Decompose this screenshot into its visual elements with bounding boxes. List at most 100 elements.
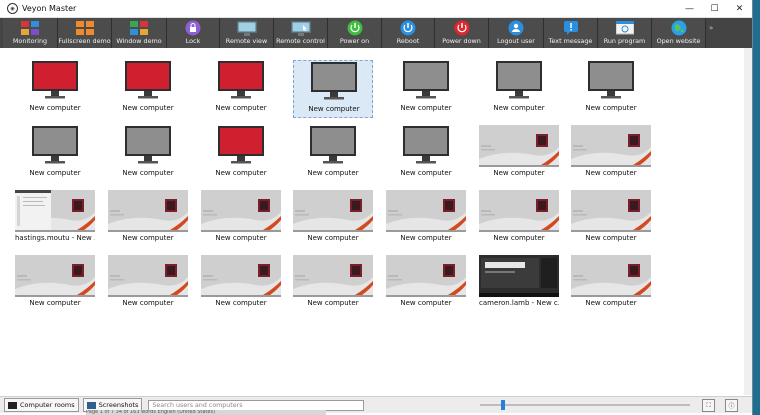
toolbar-button-label: Power on xyxy=(339,37,370,45)
computer-name: New computer xyxy=(215,234,267,242)
vertical-scrollbar[interactable] xyxy=(744,48,752,395)
computer-tile[interactable]: hastings.moutu - New ... xyxy=(15,190,95,248)
computer-rooms-label: Computer rooms xyxy=(20,401,75,409)
computer-tile[interactable]: New computer xyxy=(571,60,651,118)
close-button[interactable]: ✕ xyxy=(727,0,752,17)
window-title: Veyon Master xyxy=(22,4,77,13)
open-website-button[interactable]: Open website xyxy=(652,18,706,48)
locked-screen-icon xyxy=(15,60,95,102)
text-message-icon xyxy=(563,20,579,36)
power-down-button[interactable]: Power down xyxy=(435,18,489,48)
fit-to-window-icon[interactable]: ⛶ xyxy=(702,399,715,412)
desktop-screenshot xyxy=(479,125,559,167)
computer-name: New computer xyxy=(400,234,452,242)
reboot-button[interactable]: Reboot xyxy=(382,18,435,48)
toolbar-button-label: Remote control xyxy=(276,37,325,45)
minimize-button[interactable]: — xyxy=(677,0,702,17)
computer-name: New computer xyxy=(307,169,359,177)
computer-tile[interactable]: New computer xyxy=(201,190,281,248)
offline-monitor-icon xyxy=(294,61,374,103)
offline-monitor-icon xyxy=(479,60,559,102)
computer-tile[interactable]: New computer xyxy=(479,125,559,183)
computer-name: New computer xyxy=(400,299,452,307)
desktop-screenshot xyxy=(108,255,188,297)
window-demo-icon xyxy=(130,20,148,36)
computer-tile[interactable]: New computer xyxy=(201,255,281,313)
offline-monitor-icon xyxy=(386,60,466,102)
computer-name: New computer xyxy=(215,104,267,112)
computer-tile[interactable]: New computer xyxy=(108,190,188,248)
toolbar-button-label: Monitoring xyxy=(12,37,48,45)
background-word-status: Page 1 of 7 34 of 163 words English (Uni… xyxy=(86,410,326,415)
power-on-icon xyxy=(347,20,363,36)
computer-name: New computer xyxy=(29,169,81,177)
computer-tile[interactable]: New computer xyxy=(386,125,466,183)
zoom-slider-track xyxy=(480,404,690,406)
computer-tile[interactable]: New computer xyxy=(571,255,651,313)
desktop-screenshot xyxy=(386,190,466,232)
run-program-icon xyxy=(615,20,634,36)
window-demo-button[interactable]: Window demo xyxy=(112,18,167,48)
computer-tile[interactable]: New computer xyxy=(108,60,188,118)
computer-name: New computer xyxy=(122,234,174,242)
computer-tile[interactable]: New computer xyxy=(479,190,559,248)
monitoring-button[interactable]: Monitoring xyxy=(3,18,58,48)
desktop-screenshot xyxy=(479,190,559,232)
toolbar-overflow-button[interactable]: » xyxy=(706,18,719,48)
computer-tile[interactable]: New computer xyxy=(386,60,466,118)
computer-tile[interactable]: New computer xyxy=(293,125,373,183)
computer-name: New computer xyxy=(585,299,637,307)
maximize-button[interactable]: ☐ xyxy=(702,0,727,17)
search-placeholder: Search users and computers xyxy=(152,401,243,409)
screenshots-label: Screenshots xyxy=(98,401,139,409)
computer-tile[interactable]: New computer xyxy=(201,60,281,118)
veyon-master-window: ◉ Veyon Master — ☐ ✕ Monitoring Fullscree… xyxy=(0,0,753,415)
computer-tile[interactable]: New computer xyxy=(15,255,95,313)
toolbar-button-label: Lock xyxy=(185,37,201,45)
computer-tile[interactable]: New computer xyxy=(293,60,373,118)
text-message-button[interactable]: Text message xyxy=(544,18,598,48)
about-icon[interactable]: ⓘ xyxy=(725,399,738,412)
computer-name: New computer xyxy=(307,234,359,242)
desktop-screenshot xyxy=(15,255,95,297)
desktop-screenshot xyxy=(108,190,188,232)
computer-name: New computer xyxy=(122,104,174,112)
screenshots-icon xyxy=(86,401,96,409)
offline-monitor-icon xyxy=(15,125,95,167)
computer-tile[interactable]: New computer xyxy=(386,190,466,248)
open-website-icon xyxy=(671,20,687,36)
power-on-button[interactable]: Power on xyxy=(328,18,382,48)
zoom-slider[interactable] xyxy=(480,400,690,410)
computer-tile[interactable]: New computer xyxy=(293,190,373,248)
computer-name: hastings.moutu - New ... xyxy=(15,234,95,242)
lock-button[interactable]: Lock xyxy=(167,18,220,48)
veyon-app-icon: ◉ xyxy=(7,3,18,14)
computer-tile[interactable]: New computer xyxy=(108,255,188,313)
computer-rooms-button[interactable]: Computer rooms xyxy=(4,398,79,412)
desktop-screenshot xyxy=(15,190,95,232)
remote-view-button[interactable]: Remote view xyxy=(220,18,274,48)
computer-name: New computer xyxy=(307,299,359,307)
computer-name: New computer xyxy=(215,169,267,177)
computer-tile[interactable]: New computer xyxy=(293,255,373,313)
computer-tile[interactable]: New computer xyxy=(571,190,651,248)
computer-tile[interactable]: New computer xyxy=(386,255,466,313)
desktop-screenshot xyxy=(201,190,281,232)
computer-tile[interactable]: New computer xyxy=(15,125,95,183)
fullscreen-demo-icon xyxy=(75,20,94,36)
computer-name: New computer xyxy=(585,234,637,242)
computer-tile[interactable]: cameron.lamb - New c... xyxy=(479,255,559,313)
fullscreen-demo-button[interactable]: Fullscreen demo xyxy=(58,18,112,48)
run-program-button[interactable]: Run program xyxy=(598,18,652,48)
computer-tile[interactable]: New computer xyxy=(201,125,281,183)
computer-tile[interactable]: New computer xyxy=(479,60,559,118)
computer-tile[interactable]: New computer xyxy=(108,125,188,183)
search-input[interactable]: Search users and computers xyxy=(148,399,365,411)
computer-tile[interactable]: New computer xyxy=(571,125,651,183)
toolbar-button-label: Window demo xyxy=(116,37,162,45)
zoom-slider-handle[interactable] xyxy=(500,400,505,410)
feature-toolbar: Monitoring Fullscreen demo Window demo Lock… xyxy=(0,18,752,48)
logout-user-button[interactable]: Logout user xyxy=(489,18,544,48)
computer-tile[interactable]: New computer xyxy=(15,60,95,118)
remote-control-button[interactable]: Remote control xyxy=(274,18,328,48)
